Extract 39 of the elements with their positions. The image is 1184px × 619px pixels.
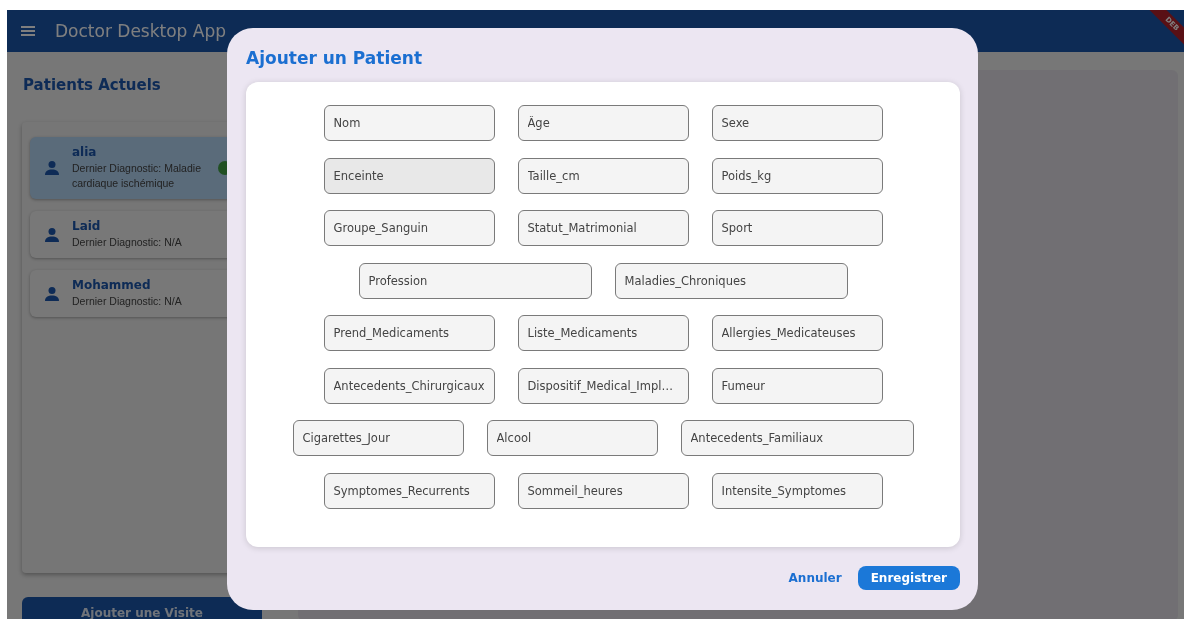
- person-icon: [44, 160, 60, 176]
- input-field[interactable]: Sport: [711, 210, 883, 246]
- section-title: Patients Actuels: [23, 76, 162, 94]
- input-field[interactable]: Fumeur: [711, 367, 883, 404]
- diagnosis-text: Dernier Diagnostic: N/A: [72, 294, 183, 309]
- input-field[interactable]: Âge: [517, 105, 689, 141]
- save-button[interactable]: Enregistrer: [857, 566, 960, 590]
- input-field[interactable]: Prend_Medicaments: [323, 315, 495, 351]
- input-field[interactable]: Poids_kg: [711, 157, 883, 194]
- input-field[interactable]: Antecedents_Familiaux: [680, 420, 914, 456]
- patient-name: Laid: [72, 219, 102, 233]
- input-field[interactable]: Profession: [358, 262, 592, 299]
- input-field[interactable]: Allergies_Medicateuses: [711, 315, 883, 351]
- input-field[interactable]: Alcool: [486, 420, 658, 456]
- input-field[interactable]: Dispositif_Medical_Impl…: [517, 367, 689, 404]
- app-title: Doctor Desktop App: [55, 21, 227, 41]
- input-field[interactable]: Sommeil_heures: [517, 472, 689, 509]
- input-field[interactable]: Maladies_Chroniques: [614, 262, 848, 299]
- input-field[interactable]: Nom: [323, 105, 495, 141]
- add-visit-button[interactable]: Ajouter une Visite: [22, 597, 262, 619]
- cancel-button[interactable]: Annuler: [788, 571, 842, 585]
- diagnosis-text: Dernier Diagnostic: Maladie cardiaque ischémique: [72, 161, 202, 191]
- input-field[interactable]: Groupe_Sanguin: [323, 210, 495, 246]
- diagnosis-text: Dernier Diagnostic: N/A: [72, 235, 183, 250]
- person-icon: [44, 285, 60, 302]
- input-field[interactable]: Taille_cm: [517, 157, 689, 194]
- dialog-title: Ajouter un Patient: [246, 48, 424, 68]
- input-field[interactable]: Sexe: [711, 105, 883, 141]
- menu-icon[interactable]: [21, 25, 35, 37]
- input-field[interactable]: Enceinte: [323, 157, 495, 194]
- patient-name: alia: [72, 145, 98, 159]
- input-field[interactable]: Cigarettes_Jour: [292, 420, 464, 456]
- input-field[interactable]: Symptomes_Recurrents: [323, 472, 495, 509]
- input-field[interactable]: Liste_Medicaments: [517, 315, 689, 351]
- input-field[interactable]: Intensite_Symptomes: [711, 472, 883, 509]
- patient-name: Mohammed: [72, 278, 152, 292]
- input-field[interactable]: Antecedents_Chirurgicaux: [323, 367, 495, 404]
- input-field[interactable]: Statut_Matrimonial: [517, 210, 689, 246]
- person-icon: [44, 226, 60, 243]
